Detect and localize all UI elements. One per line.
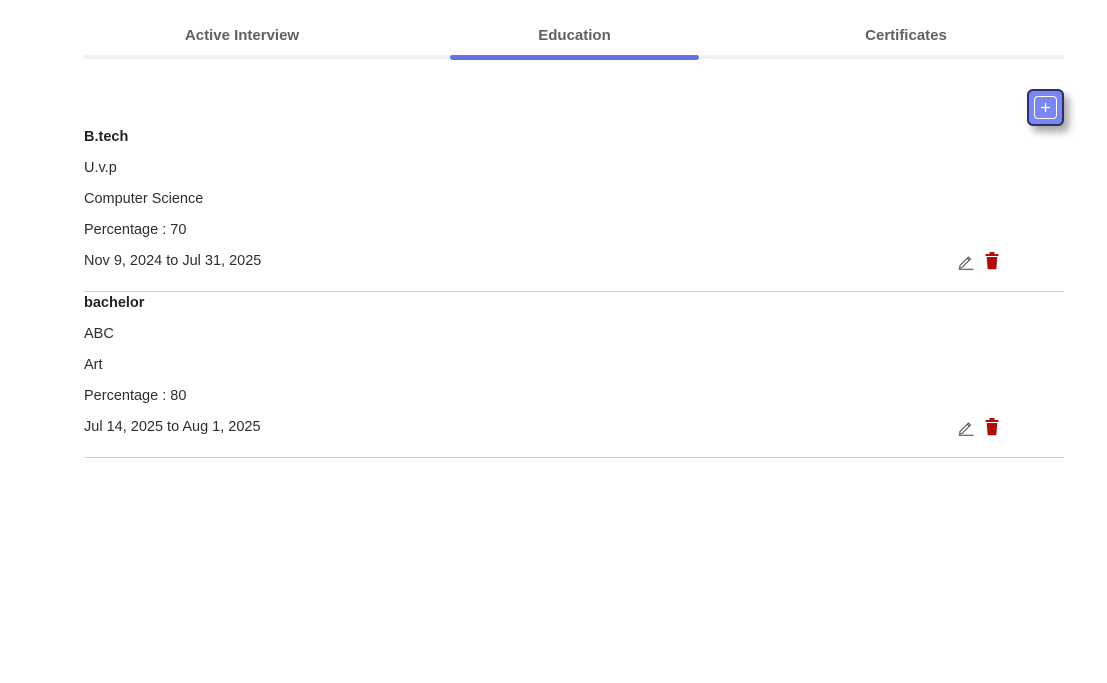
institution-name: U.v.p [84, 160, 117, 176]
field-of-study: Computer Science [84, 191, 204, 207]
trash-icon[interactable] [984, 251, 1000, 270]
education-entry: B.tech U.v.p Computer Science Percentage… [84, 126, 1064, 292]
education-entry: bachelor ABC Art Percentage : 80 Jul 14,… [84, 292, 1064, 458]
tab-label: Certificates [865, 27, 947, 44]
tab-certificates[interactable]: Certificates [740, 18, 1072, 60]
tab-label: Education [538, 27, 611, 44]
tab-education[interactable]: Education [450, 18, 699, 60]
tab-label: Active Interview [184, 27, 300, 44]
pencil-icon[interactable] [957, 418, 975, 436]
add-education-button[interactable] [1027, 89, 1064, 126]
education-list: B.tech U.v.p Computer Science Percentage… [84, 126, 1064, 458]
date-range: Nov 9, 2024 to Jul 31, 2025 [84, 253, 262, 269]
percentage: Percentage : 70 [84, 222, 187, 238]
pencil-icon[interactable] [957, 252, 975, 270]
tab-bar: Active Interview Education Certificates [84, 18, 1064, 60]
percentage: Percentage : 80 [84, 388, 187, 404]
field-of-study: Art [84, 357, 103, 373]
tab-active-interview[interactable]: Active Interview [84, 18, 400, 60]
active-tab-indicator [450, 55, 699, 60]
trash-icon[interactable] [984, 417, 1000, 436]
degree-title: B.tech [84, 129, 129, 145]
institution-name: ABC [84, 326, 114, 342]
plus-icon [1034, 96, 1057, 119]
degree-title: bachelor [84, 295, 145, 311]
date-range: Jul 14, 2025 to Aug 1, 2025 [84, 419, 261, 435]
